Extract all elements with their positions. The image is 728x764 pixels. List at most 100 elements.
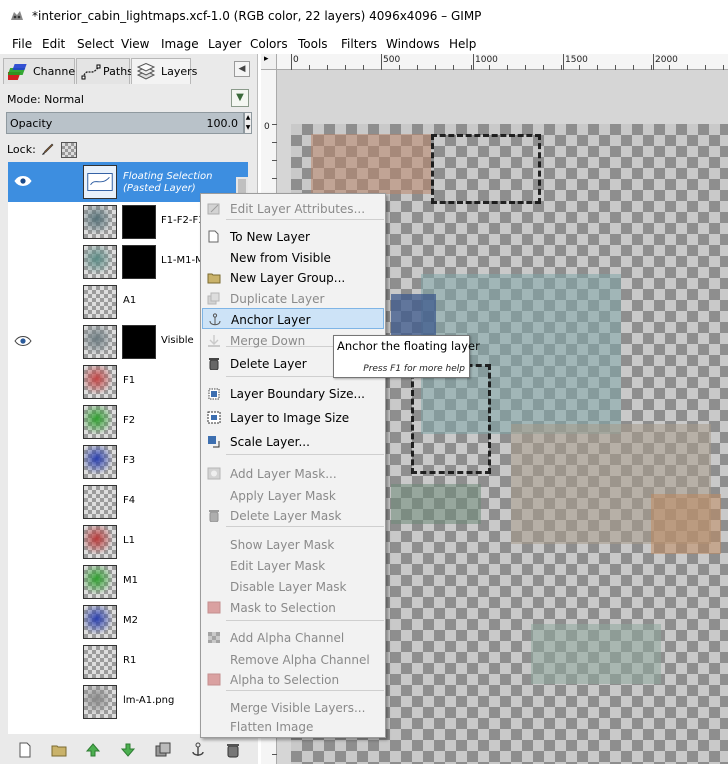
layer-thumbnail xyxy=(83,325,117,359)
menu-filters[interactable]: Filters xyxy=(341,37,377,51)
menu-item-label: Edit Layer Mask xyxy=(230,559,326,573)
layer-thumbnail xyxy=(83,685,117,719)
raise-layer-icon[interactable] xyxy=(85,742,101,758)
layer-name: lm-A1.png xyxy=(123,695,175,706)
menu-image[interactable]: Image xyxy=(161,37,199,51)
lock-alpha-icon[interactable] xyxy=(61,142,77,158)
menu-help[interactable]: Help xyxy=(449,37,476,51)
menu-item-layer-to-image-size[interactable]: Layer to Image Size xyxy=(202,407,384,428)
mode-dropdown-arrow-icon[interactable]: ▼ xyxy=(231,89,249,107)
opacity-slider[interactable]: Opacity 100.0 xyxy=(6,112,244,134)
tab-layers[interactable]: Layers xyxy=(131,58,197,84)
menu-item-label: Layer to Image Size xyxy=(230,411,350,425)
ruler-tick xyxy=(563,54,564,70)
menu-item-mask-to-selection[interactable]: Mask to Selection xyxy=(202,597,384,618)
boundary-size-icon xyxy=(208,388,220,400)
lower-layer-icon[interactable] xyxy=(120,742,136,758)
tab-paths[interactable]: Paths xyxy=(76,58,133,84)
menu-item-disable-layer-mask[interactable]: Disable Layer Mask xyxy=(202,576,384,597)
anchor-layer-icon[interactable] xyxy=(190,742,206,758)
menu-item-to-new-layer[interactable]: To New Layer xyxy=(202,226,384,247)
menu-item-duplicate-layer[interactable]: Duplicate Layer xyxy=(202,288,384,309)
menu-item-anchor-layer[interactable]: Anchor Layer xyxy=(202,308,384,329)
duplicate-layer-icon[interactable] xyxy=(155,742,171,758)
title-bar: *interior_cabin_lightmaps.xcf-1.0 (RGB c… xyxy=(0,0,728,34)
menu-item-merge-visible-layers[interactable]: Merge Visible Layers... xyxy=(202,697,384,718)
eye-visibility-icon[interactable] xyxy=(14,175,32,187)
horizontal-ruler[interactable]: 0 500 1000 1500 2000 xyxy=(277,54,728,70)
menu-item-label: Remove Alpha Channel xyxy=(230,653,370,667)
folder-icon xyxy=(207,273,221,284)
menu-item-edit-layer-mask[interactable]: Edit Layer Mask xyxy=(202,555,384,576)
selection-outline xyxy=(431,134,541,204)
layer-thumbnail xyxy=(83,445,117,479)
menu-item-add-alpha-channel[interactable]: Add Alpha Channel xyxy=(202,627,384,648)
opacity-label: Opacity xyxy=(10,117,53,130)
layer-name: M1 xyxy=(123,575,138,586)
scale-icon xyxy=(208,436,220,448)
menu-separator xyxy=(226,690,384,691)
delete-layer-icon[interactable] xyxy=(225,742,241,758)
paths-icon xyxy=(81,64,101,80)
menu-item-show-layer-mask[interactable]: Show Layer Mask xyxy=(202,534,384,555)
menu-item-layer-boundary-size[interactable]: Layer Boundary Size... xyxy=(202,383,384,404)
menu-item-scale-layer[interactable]: Scale Layer... xyxy=(202,431,384,452)
menu-windows[interactable]: Windows xyxy=(386,37,440,51)
delete-mask-icon xyxy=(209,510,219,522)
menu-colors[interactable]: Colors xyxy=(250,37,288,51)
layer-thumbnail xyxy=(83,405,117,439)
layers-bottom-bar xyxy=(0,736,258,764)
layer-thumbnail xyxy=(83,165,117,199)
layer-name: F3 xyxy=(123,455,136,466)
menu-item-alpha-to-selection[interactable]: Alpha to Selection xyxy=(202,669,384,690)
layer-mask-thumbnail xyxy=(122,205,156,239)
layer-context-menu: Edit Layer Attributes... To New Layer New … xyxy=(200,193,386,738)
mode-label: Mode: Normal xyxy=(7,93,84,106)
lock-pixels-brush-icon[interactable] xyxy=(41,142,55,156)
ruler-tick xyxy=(473,54,474,70)
ruler-tick xyxy=(653,54,654,70)
canvas-region xyxy=(531,624,661,684)
mode-row[interactable]: Mode: Normal xyxy=(0,88,258,112)
menu-file[interactable]: File xyxy=(12,37,32,51)
menu-item-remove-alpha-channel[interactable]: Remove Alpha Channel xyxy=(202,649,384,670)
selection-outline xyxy=(411,364,491,474)
menu-item-label: To New Layer xyxy=(230,230,310,244)
menu-item-label: Add Layer Mask... xyxy=(230,467,337,481)
menu-item-delete-layer-mask[interactable]: Delete Layer Mask xyxy=(202,505,384,526)
menu-item-apply-layer-mask[interactable]: Apply Layer Mask xyxy=(202,485,384,506)
menu-item-new-layer-group[interactable]: New Layer Group... xyxy=(202,267,384,288)
new-layer-icon[interactable] xyxy=(17,742,33,758)
tooltip: Anchor the floating layer Press F1 for m… xyxy=(333,335,480,378)
menu-select[interactable]: Select xyxy=(77,37,114,51)
ruler-label: 1000 xyxy=(475,55,498,65)
tab-channels[interactable]: Channels xyxy=(3,58,84,84)
menu-item-flatten-image[interactable]: Flatten Image xyxy=(202,716,384,737)
menu-tools[interactable]: Tools xyxy=(298,37,328,51)
layer-mask-thumbnail xyxy=(122,325,156,359)
ruler-label: 1500 xyxy=(565,55,588,65)
menu-item-label: Show Layer Mask xyxy=(230,538,335,552)
dock-tabs: Channels Paths Layers ◀ xyxy=(0,54,258,86)
tooltip-help-text: Press F1 for more help xyxy=(363,364,465,374)
menu-item-new-from-visible[interactable]: New from Visible xyxy=(202,247,384,268)
menu-item-add-layer-mask[interactable]: Add Layer Mask... xyxy=(202,463,384,484)
menu-item-edit-layer-attributes[interactable]: Edit Layer Attributes... xyxy=(202,198,384,219)
eye-visibility-icon[interactable] xyxy=(14,335,32,347)
canvas-region xyxy=(391,484,481,524)
alpha-icon xyxy=(208,632,220,643)
opacity-spin-buttons[interactable]: ▲ ▼ xyxy=(244,112,252,134)
layer-thumbnail xyxy=(83,645,117,679)
menu-edit[interactable]: Edit xyxy=(42,37,65,51)
tab-paths-label: Paths xyxy=(103,65,133,78)
menu-view[interactable]: View xyxy=(121,37,149,51)
ruler-corner[interactable]: ▸ xyxy=(261,54,277,70)
canvas-region xyxy=(311,134,431,194)
menu-item-label: Flatten Image xyxy=(230,720,314,734)
new-layer-group-icon[interactable] xyxy=(51,742,67,758)
merge-down-icon xyxy=(208,335,220,347)
menu-item-label: Add Alpha Channel xyxy=(230,631,345,645)
canvas-region xyxy=(651,494,721,554)
menu-layer[interactable]: Layer xyxy=(208,37,241,51)
dock-menu-button[interactable]: ◀ xyxy=(234,61,250,77)
